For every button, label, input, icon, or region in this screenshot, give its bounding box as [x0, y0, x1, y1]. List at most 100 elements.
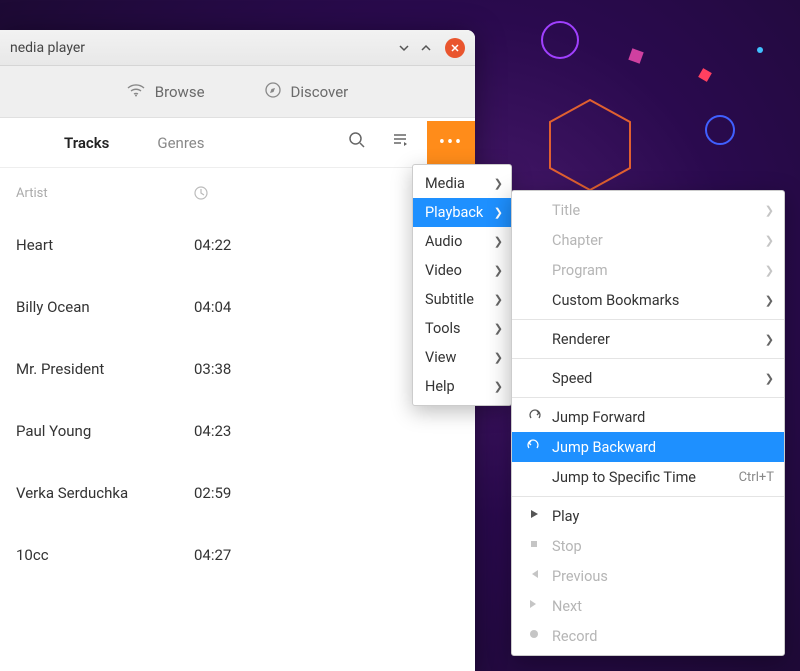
nav-discover-label: Discover — [291, 83, 349, 101]
nav-browse[interactable]: Browse — [127, 83, 205, 101]
track-row[interactable]: Billy Ocean04:04 — [0, 276, 475, 338]
nav-discover[interactable]: Discover — [265, 82, 349, 102]
header-duration — [194, 186, 208, 204]
chevron-right-icon: ❯ — [765, 204, 774, 217]
menu-item-label: View — [425, 349, 456, 366]
menu-item-label: Record — [552, 628, 774, 645]
chevron-right-icon: ❯ — [494, 293, 503, 306]
menu-item-label: Jump Backward — [552, 439, 774, 456]
track-duration: 03:38 — [194, 360, 231, 378]
menu-item-next: Next — [512, 591, 784, 621]
minimize-button[interactable] — [393, 37, 415, 59]
search-icon — [348, 131, 366, 154]
menu-item-label: Audio — [425, 233, 462, 250]
menu-item-audio[interactable]: Audio ❯ — [413, 227, 511, 256]
chevron-right-icon: ❯ — [765, 333, 774, 346]
menu-item-subtitle[interactable]: Subtitle ❯ — [413, 285, 511, 314]
chevron-right-icon: ❯ — [494, 322, 503, 335]
track-row[interactable]: Mr. President03:38 — [0, 338, 475, 400]
menu-item-title: Title❯ — [512, 195, 784, 225]
track-row[interactable]: 10cc04:27 — [0, 524, 475, 586]
tab-genres[interactable]: Genres — [133, 118, 228, 167]
chevron-right-icon: ❯ — [765, 294, 774, 307]
menu-separator — [512, 358, 784, 359]
menu-item-label: Jump to Specific Time — [552, 469, 729, 486]
search-button[interactable] — [335, 121, 379, 165]
close-button[interactable] — [445, 38, 465, 58]
play-icon — [526, 508, 542, 524]
track-duration: 04:04 — [194, 298, 231, 316]
menu-item-view[interactable]: View ❯ — [413, 343, 511, 372]
menu-item-label: Next — [552, 598, 774, 615]
ellipsis-icon: ••• — [439, 132, 463, 153]
track-row[interactable]: Verka Serduchka02:59 — [0, 462, 475, 524]
menu-item-tools[interactable]: Tools ❯ — [413, 314, 511, 343]
track-artist: 10cc — [16, 546, 194, 564]
menu-item-renderer[interactable]: Renderer ❯ — [512, 324, 784, 354]
chevron-right-icon: ❯ — [494, 351, 503, 364]
menu-item-label: Subtitle — [425, 291, 474, 308]
menu-item-label: Renderer — [552, 331, 755, 348]
record-icon — [526, 628, 542, 644]
menu-item-media[interactable]: Media❯ — [413, 169, 511, 198]
chevron-right-icon: ❯ — [765, 264, 774, 277]
menu-separator — [512, 319, 784, 320]
chevron-right-icon: ❯ — [494, 177, 503, 190]
track-row[interactable]: Paul Young04:23 — [0, 400, 475, 462]
menu-item-label: Program — [552, 262, 755, 279]
maximize-button[interactable] — [415, 37, 437, 59]
menu-item-label: Tools — [425, 320, 461, 337]
chevron-right-icon: ❯ — [494, 235, 503, 248]
menu-separator — [512, 496, 784, 497]
menu-item-shortcut: Ctrl+T — [739, 470, 774, 485]
track-artist: Mr. President — [16, 360, 194, 378]
queue-button[interactable] — [379, 121, 423, 165]
menu-item-label: Speed — [552, 370, 755, 387]
menu-item-speed[interactable]: Speed ❯ — [512, 363, 784, 393]
tabs-bar: Tracks Genres ••• — [0, 118, 475, 168]
menu-item-label: Help — [425, 378, 455, 395]
chevron-right-icon: ❯ — [494, 206, 503, 219]
menu-item-jump-to-specific-time[interactable]: Jump to Specific Time Ctrl+T — [512, 462, 784, 492]
menu-item-jump-forward[interactable]: Jump Forward — [512, 402, 784, 432]
track-duration: 02:59 — [194, 484, 231, 502]
menu-item-jump-backward[interactable]: Jump Backward — [512, 432, 784, 462]
main-context-menu: Media❯Playback❯Audio❯Video❯Subtitle❯Tool… — [412, 164, 512, 406]
menu-item-label: Previous — [552, 568, 774, 585]
track-artist: Verka Serduchka — [16, 484, 194, 502]
menu-item-help[interactable]: Help ❯ — [413, 372, 511, 401]
menu-item-previous: Previous — [512, 561, 784, 591]
clock-icon — [194, 189, 208, 204]
chevron-right-icon: ❯ — [765, 234, 774, 247]
list-header: Artist — [0, 168, 475, 214]
track-list: Heart04:22Billy Ocean04:04Mr. President0… — [0, 214, 475, 671]
menu-item-record: Record — [512, 621, 784, 651]
track-artist: Paul Young — [16, 422, 194, 440]
tab-tracks[interactable]: Tracks — [40, 118, 133, 167]
titlebar: nedia player — [0, 30, 475, 66]
track-artist: Heart — [16, 236, 194, 254]
chevron-right-icon: ❯ — [765, 372, 774, 385]
jump-backward-icon — [526, 438, 542, 456]
stop-icon — [526, 538, 542, 554]
chevron-right-icon: ❯ — [494, 380, 503, 393]
menu-item-video[interactable]: Video❯ — [413, 256, 511, 285]
track-duration: 04:23 — [194, 422, 231, 440]
playlist-icon — [392, 131, 410, 154]
menu-item-play[interactable]: Play — [512, 501, 784, 531]
menu-item-label: Video — [425, 262, 462, 279]
menu-item-label: Playback — [425, 204, 483, 221]
menu-item-label: Chapter — [552, 232, 755, 249]
media-player-window: nedia player Browse Discover Tracks Genr… — [0, 30, 475, 671]
menu-item-custom-bookmarks[interactable]: Custom Bookmarks❯ — [512, 285, 784, 315]
menu-item-playback[interactable]: Playback ❯ — [413, 198, 511, 227]
more-menu-button[interactable]: ••• — [427, 121, 475, 165]
window-title: nedia player — [10, 40, 393, 56]
menu-item-label: Play — [552, 508, 774, 525]
menu-item-stop: Stop — [512, 531, 784, 561]
nav-browse-label: Browse — [155, 83, 205, 101]
track-duration: 04:22 — [194, 236, 231, 254]
track-row[interactable]: Heart04:22 — [0, 214, 475, 276]
compass-icon — [265, 82, 281, 102]
navbar: Browse Discover — [0, 66, 475, 118]
